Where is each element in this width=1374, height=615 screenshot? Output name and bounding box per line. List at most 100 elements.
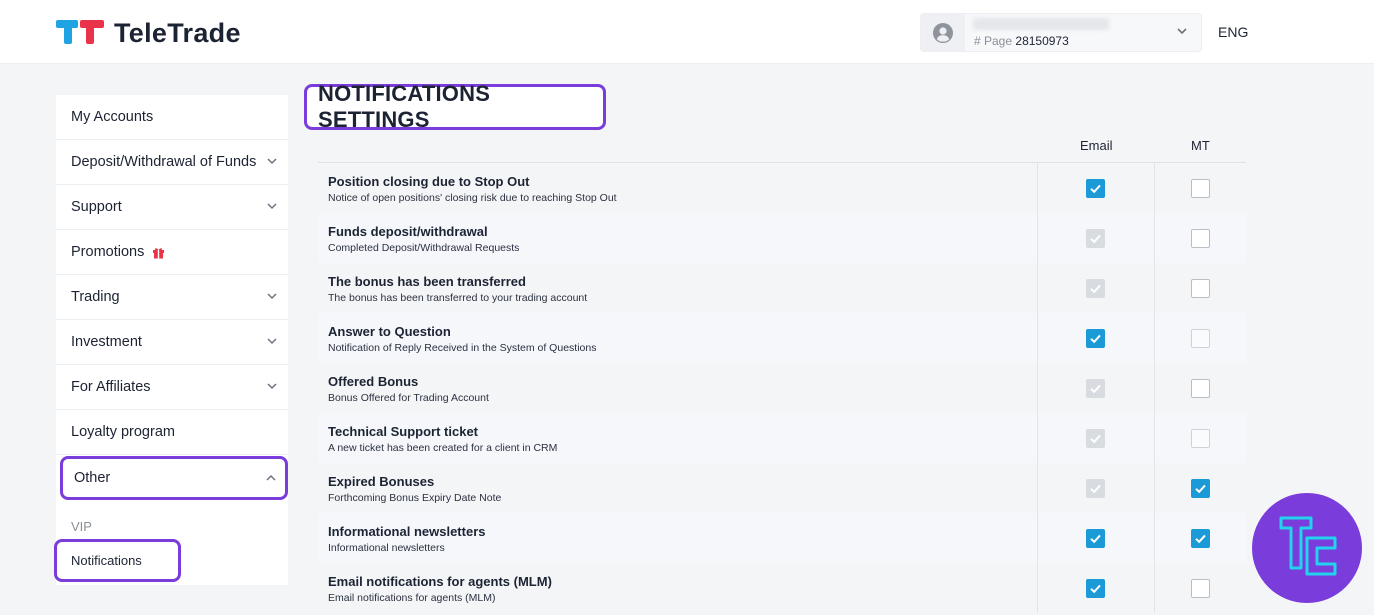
notification-title: Email notifications for agents (MLM) <box>328 574 552 589</box>
mt-checkbox[interactable] <box>1191 279 1210 298</box>
notification-description: Notice of open positions' closing risk d… <box>328 192 617 204</box>
column-divider <box>1037 563 1038 613</box>
sidebar-item-label: Investment <box>71 334 142 350</box>
notification-description: Forthcoming Bonus Expiry Date Note <box>328 492 502 504</box>
sidebar-item-label: My Accounts <box>71 109 154 125</box>
sidebar-item-for-affiliates[interactable]: For Affiliates <box>56 365 288 410</box>
table-row: Answer to Question Notification of Reply … <box>318 313 1246 363</box>
column-divider <box>1037 513 1038 563</box>
table-row: The bonus has been transferred The bonus … <box>318 263 1246 313</box>
table-row: Position closing due to Stop Out Notice o… <box>318 163 1246 213</box>
sidebar-item-investment[interactable]: Investment <box>56 320 288 365</box>
table-row: Offered Bonus Bonus Offered for Trading A… <box>318 363 1246 413</box>
sidebar-item-loyalty-program[interactable]: Loyalty program <box>56 410 288 455</box>
column-divider <box>1037 163 1038 213</box>
column-divider <box>1154 313 1155 363</box>
column-divider <box>1154 513 1155 563</box>
table-row: Email notifications for agents (MLM) Emai… <box>318 563 1246 613</box>
email-checkbox[interactable] <box>1086 179 1105 198</box>
mt-checkbox[interactable] <box>1191 579 1210 598</box>
notifications-table: Position closing due to Stop Out Notice o… <box>318 162 1246 613</box>
mt-checkbox <box>1191 329 1210 348</box>
column-divider <box>1154 213 1155 263</box>
notification-title: Informational newsletters <box>328 524 486 539</box>
notification-description: Informational newsletters <box>328 542 445 554</box>
avatar <box>921 14 965 51</box>
column-divider <box>1037 313 1038 363</box>
brand-badge <box>1252 493 1362 603</box>
notification-title: The bonus has been transferred <box>328 274 526 289</box>
page-title: NOTIFICATIONS SETTINGS <box>318 81 491 132</box>
notification-title: Answer to Question <box>328 324 451 339</box>
page-prefix: # Page <box>974 34 1013 48</box>
column-divider <box>1154 463 1155 513</box>
top-header: TeleTrade # Page 28150973 ENG <box>0 0 1374 64</box>
mt-checkbox[interactable] <box>1191 529 1210 548</box>
column-divider <box>1154 563 1155 613</box>
chevron-down-icon <box>266 200 278 216</box>
email-checkbox <box>1086 229 1105 248</box>
notification-title: Technical Support ticket <box>328 424 479 439</box>
notification-title: Position closing due to Stop Out <box>328 174 530 189</box>
column-divider <box>1037 363 1038 413</box>
notification-description: Bonus Offered for Trading Account <box>328 392 489 404</box>
column-header-mt: MT <box>1191 138 1210 153</box>
notification-description: Email notifications for agents (MLM) <box>328 592 496 604</box>
notification-title: Offered Bonus <box>328 374 419 389</box>
email-checkbox[interactable] <box>1086 329 1105 348</box>
notification-description: The bonus has been transferred to your t… <box>328 292 588 304</box>
sidebar-item-promotions[interactable]: Promotions <box>56 230 288 275</box>
gift-icon <box>152 246 165 259</box>
sidebar-subitem-vip[interactable]: VIP <box>71 519 92 534</box>
email-checkbox[interactable] <box>1086 529 1105 548</box>
chevron-up-icon <box>265 472 277 488</box>
column-divider <box>1154 413 1155 463</box>
blurred-account-name <box>973 18 1109 30</box>
page-number: 28150973 <box>1015 34 1069 48</box>
email-checkbox <box>1086 479 1105 498</box>
email-checkbox[interactable] <box>1086 579 1105 598</box>
column-divider <box>1037 413 1038 463</box>
column-divider <box>1154 163 1155 213</box>
notification-description: Notification of Reply Received in the Sy… <box>328 342 597 354</box>
logo-icon <box>56 20 106 46</box>
chevron-down-icon <box>266 380 278 396</box>
sidebar-item-label: Promotions <box>71 244 145 260</box>
mt-checkbox[interactable] <box>1191 479 1210 498</box>
tc-logo-icon <box>1279 516 1337 576</box>
column-divider <box>1037 213 1038 263</box>
column-divider <box>1154 363 1155 413</box>
mt-checkbox[interactable] <box>1191 179 1210 198</box>
notification-description: A new ticket has been created for a clie… <box>328 442 558 454</box>
notification-title: Funds deposit/withdrawal <box>328 224 488 239</box>
sidebar-item-deposit-withdrawal[interactable]: Deposit/Withdrawal of Funds <box>56 140 288 185</box>
sidebar-item-other[interactable]: Other <box>60 456 288 500</box>
language-selector[interactable]: ENG <box>1218 24 1248 40</box>
brand-logo[interactable]: TeleTrade <box>56 18 241 48</box>
column-divider <box>1037 263 1038 313</box>
sidebar-item-my-accounts[interactable]: My Accounts <box>56 95 288 140</box>
sidebar-item-trading[interactable]: Trading <box>56 275 288 320</box>
sidebar-item-label: Loyalty program <box>71 424 175 440</box>
column-divider <box>1154 263 1155 313</box>
account-selector[interactable]: # Page 28150973 <box>920 13 1202 52</box>
user-icon <box>933 22 953 43</box>
sidebar-item-label: For Affiliates <box>71 379 151 395</box>
column-header-email: Email <box>1080 138 1113 153</box>
sidebar-item-label: Notifications <box>71 553 142 568</box>
email-checkbox <box>1086 379 1105 398</box>
sidebar-nav: My Accounts Deposit/Withdrawal of Funds … <box>56 95 288 585</box>
sidebar-item-support[interactable]: Support <box>56 185 288 230</box>
chevron-down-icon <box>266 335 278 351</box>
mt-checkbox[interactable] <box>1191 379 1210 398</box>
mt-checkbox[interactable] <box>1191 229 1210 248</box>
notification-title: Expired Bonuses <box>328 474 435 489</box>
sidebar-subitem-notifications[interactable]: Notifications <box>54 539 181 582</box>
chevron-down-icon <box>266 290 278 306</box>
table-row: Funds deposit/withdrawal Completed Deposi… <box>318 213 1246 263</box>
sidebar-item-label: Trading <box>71 289 120 305</box>
table-row: Technical Support ticket A new ticket has… <box>318 413 1246 463</box>
account-page-line: # Page 28150973 <box>974 34 1069 48</box>
notification-description: Completed Deposit/Withdrawal Requests <box>328 242 520 254</box>
email-checkbox <box>1086 279 1105 298</box>
